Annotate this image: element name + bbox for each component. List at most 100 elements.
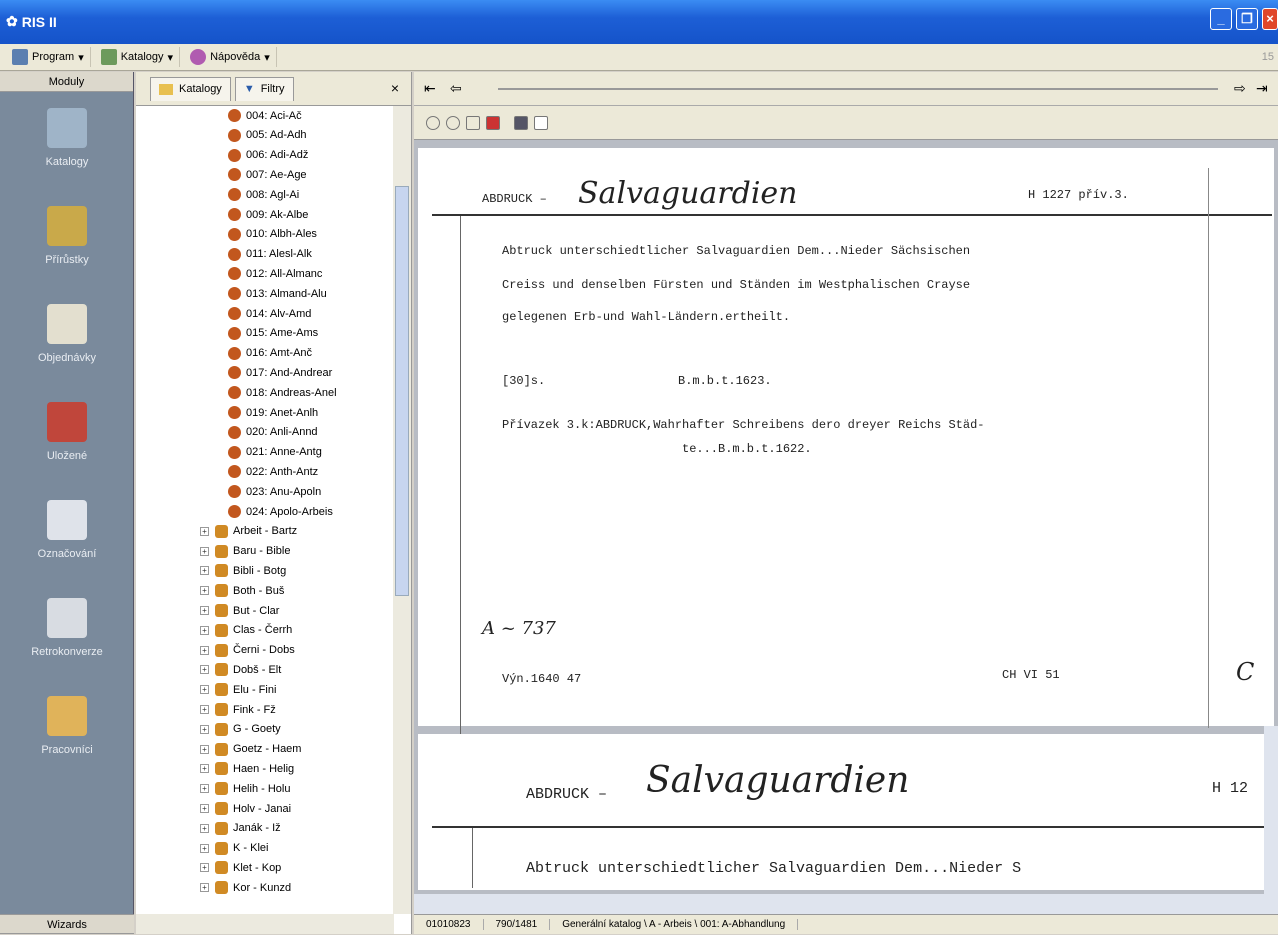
menu-napoveda[interactable]: Nápověda ▾ bbox=[184, 47, 277, 67]
page-icon[interactable] bbox=[534, 116, 548, 130]
expand-icon[interactable]: + bbox=[200, 784, 209, 794]
tree-subitem[interactable]: 011: Alesl-Alk bbox=[228, 245, 312, 264]
expand-icon[interactable]: + bbox=[200, 645, 209, 655]
tree-subitem[interactable]: 020: Anli-Annd bbox=[228, 423, 318, 442]
retroconversion-icon bbox=[47, 598, 87, 638]
tree-group[interactable]: + Fink - Fž bbox=[200, 700, 276, 719]
tree-group[interactable]: + Helih - Holu bbox=[200, 779, 290, 798]
tree-subitem[interactable]: 013: Almand-Alu bbox=[228, 284, 327, 303]
expand-icon[interactable]: + bbox=[200, 566, 209, 576]
close-button[interactable]: × bbox=[1262, 8, 1278, 30]
tree-group[interactable]: + Arbeit - Bartz bbox=[200, 522, 297, 541]
expand-icon[interactable]: + bbox=[200, 804, 209, 813]
expand-icon[interactable]: + bbox=[200, 744, 209, 754]
tree-subitem[interactable]: 012: All-Almanc bbox=[228, 264, 322, 283]
module-oznacovani[interactable]: Označování bbox=[0, 500, 134, 560]
tree-subitem[interactable]: 019: Anet-Anlh bbox=[228, 403, 318, 422]
tree-subitem[interactable]: 005: Ad-Adh bbox=[228, 126, 307, 145]
expand-icon[interactable]: + bbox=[200, 685, 209, 695]
tree-subitem[interactable]: 022: Anth-Antz bbox=[228, 462, 318, 481]
tree-subitem[interactable]: 004: Aci-Ač bbox=[228, 106, 302, 125]
tree-subitem[interactable]: 024: Apolo-Arbeis bbox=[228, 502, 333, 521]
expand-icon[interactable]: + bbox=[200, 526, 209, 536]
expand-icon[interactable]: + bbox=[200, 665, 209, 675]
tree-group[interactable]: + But - Clar bbox=[200, 601, 279, 620]
zoom-in-icon[interactable] bbox=[426, 116, 440, 130]
expand-icon[interactable]: + bbox=[200, 724, 209, 734]
viewer-horizontal-scrollbar[interactable] bbox=[414, 894, 1278, 914]
tree-subitem[interactable]: 010: Albh-Ales bbox=[228, 225, 317, 244]
tree-group[interactable]: + Černi - Dobs bbox=[200, 641, 295, 660]
tab-filtry[interactable]: ▼ Filtry bbox=[234, 76, 294, 101]
tree-subitem[interactable]: 006: Adi-Adž bbox=[228, 146, 308, 165]
tree-subitem[interactable]: 021: Anne-Antg bbox=[228, 443, 322, 462]
menu-program[interactable]: Program ▾ bbox=[6, 47, 91, 67]
scroll-thumb[interactable] bbox=[395, 186, 409, 596]
wizards-button[interactable]: Wizards bbox=[0, 914, 134, 934]
module-katalogy[interactable]: Katalogy bbox=[0, 108, 134, 168]
tree-subitem[interactable]: 014: Alv-Amd bbox=[228, 304, 311, 323]
expand-icon[interactable]: + bbox=[200, 843, 209, 853]
tree-subitem[interactable]: 023: Anu-Apoln bbox=[228, 482, 321, 501]
print-icon[interactable] bbox=[514, 116, 528, 130]
tree-subitem[interactable]: 008: Agl-Ai bbox=[228, 185, 299, 204]
tree-group[interactable]: + Klet - Kop bbox=[200, 858, 281, 877]
tree-subitem[interactable]: 007: Ae-Age bbox=[228, 165, 307, 184]
first-page-icon[interactable]: ⇤ bbox=[424, 80, 436, 97]
catalog-box-icon bbox=[215, 604, 228, 617]
expand-icon[interactable]: + bbox=[200, 606, 209, 615]
tree-subitem[interactable]: 009: Ak-Albe bbox=[228, 205, 308, 224]
tree-group[interactable]: + Goetz - Haem bbox=[200, 740, 301, 759]
tree-group[interactable]: + Haen - Helig bbox=[200, 759, 294, 778]
module-prirustky[interactable]: Přírůstky bbox=[0, 206, 134, 266]
tree-group[interactable]: + Janák - Iž bbox=[200, 819, 281, 838]
expand-icon[interactable]: + bbox=[200, 883, 209, 893]
card-imprint: B.m.b.t.1623. bbox=[678, 374, 772, 388]
fit-page-icon[interactable] bbox=[466, 116, 480, 130]
tab-katalogy[interactable]: Katalogy bbox=[150, 76, 231, 101]
catalog-box-icon bbox=[215, 821, 228, 835]
expand-icon[interactable]: + bbox=[200, 764, 209, 774]
stop-icon[interactable] bbox=[486, 116, 500, 130]
expand-icon[interactable]: + bbox=[200, 625, 209, 635]
tree-group[interactable]: + Elu - Fini bbox=[200, 680, 276, 699]
tree-group[interactable]: + Baru - Bible bbox=[200, 542, 290, 561]
expand-icon[interactable]: + bbox=[200, 705, 209, 714]
viewer-vertical-scrollbar[interactable] bbox=[1264, 726, 1278, 896]
next-page-icon[interactable]: ⇨ bbox=[1234, 80, 1246, 97]
tree-group[interactable]: + Dobš - Elt bbox=[200, 660, 281, 679]
tree-group[interactable]: + G - Goety bbox=[200, 720, 281, 739]
module-ulozene[interactable]: Uložené bbox=[0, 402, 134, 462]
module-objednavky[interactable]: Objednávky bbox=[0, 304, 134, 364]
tree-group[interactable]: + Kor - Kunzd bbox=[200, 878, 291, 897]
maximize-button[interactable]: ❐ bbox=[1236, 8, 1258, 30]
module-pracovnici[interactable]: Pracovníci bbox=[0, 696, 134, 756]
tree-subitem[interactable]: 016: Amt-Anč bbox=[228, 344, 312, 363]
menu-katalogy[interactable]: Katalogy ▾ bbox=[95, 47, 181, 67]
tree-group[interactable]: + K - Klei bbox=[200, 839, 268, 858]
tree-group[interactable]: + Both - Buš bbox=[200, 581, 284, 600]
tree-group[interactable]: + Holv - Janai bbox=[200, 799, 291, 818]
tree-subitem[interactable]: 015: Ame-Ams bbox=[228, 324, 318, 343]
expand-icon[interactable]: + bbox=[200, 823, 209, 833]
tree-group[interactable]: + Clas - Čerrh bbox=[200, 621, 292, 640]
tree-group[interactable]: + Bibli - Botg bbox=[200, 561, 286, 580]
tree-horizontal-scrollbar[interactable] bbox=[136, 914, 394, 934]
filter-icon: ▼ bbox=[243, 83, 255, 95]
expand-icon[interactable]: + bbox=[200, 546, 209, 556]
expand-icon[interactable]: + bbox=[200, 863, 209, 873]
minimize-button[interactable]: _ bbox=[1210, 8, 1232, 30]
catalog-box-icon bbox=[215, 762, 228, 776]
tree-tabs: Katalogy ▼ Filtry bbox=[136, 72, 411, 106]
close-panel-button[interactable]: × bbox=[391, 80, 399, 96]
card-footer-right: C bbox=[1236, 658, 1255, 686]
last-page-icon[interactable]: ⇥ bbox=[1256, 80, 1268, 97]
module-retrokonverze[interactable]: Retrokonverze bbox=[0, 598, 134, 658]
tree-subitem[interactable]: 017: And-Andrear bbox=[228, 363, 332, 382]
prev-page-icon[interactable]: ⇦ bbox=[450, 80, 462, 97]
tree-vertical-scrollbar[interactable] bbox=[393, 106, 411, 914]
zoom-out-icon[interactable] bbox=[446, 116, 460, 130]
tree-subitem[interactable]: 018: Andreas-Anel bbox=[228, 383, 337, 402]
page-slider[interactable] bbox=[498, 88, 1218, 90]
expand-icon[interactable]: + bbox=[200, 586, 209, 596]
